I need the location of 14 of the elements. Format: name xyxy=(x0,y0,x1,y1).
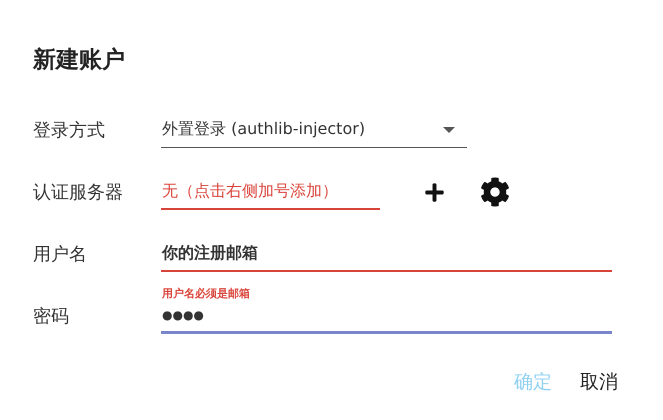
password-field[interactable]: ●●●● xyxy=(161,298,612,334)
field-label: 登录方式 xyxy=(33,119,106,142)
field-label: 认证服务器 xyxy=(33,181,124,204)
error-message: 用户名必须是邮箱 xyxy=(162,286,250,301)
caret-icon xyxy=(443,127,455,133)
field-label: 密码 xyxy=(33,305,70,328)
login-method-dropdown[interactable]: 外置登录 (authlib-injector) xyxy=(161,112,467,148)
username-field[interactable]: 你的注册邮箱 xyxy=(161,236,612,272)
cancel-button[interactable]: 取消 xyxy=(580,369,618,395)
dialog-title: 新建账户 xyxy=(33,46,126,75)
add-icon[interactable] xyxy=(424,182,445,202)
server-field[interactable]: 无（点击右侧加号添加） xyxy=(161,174,380,210)
settings-icon[interactable] xyxy=(480,177,510,207)
field-label: 用户名 xyxy=(33,243,88,266)
